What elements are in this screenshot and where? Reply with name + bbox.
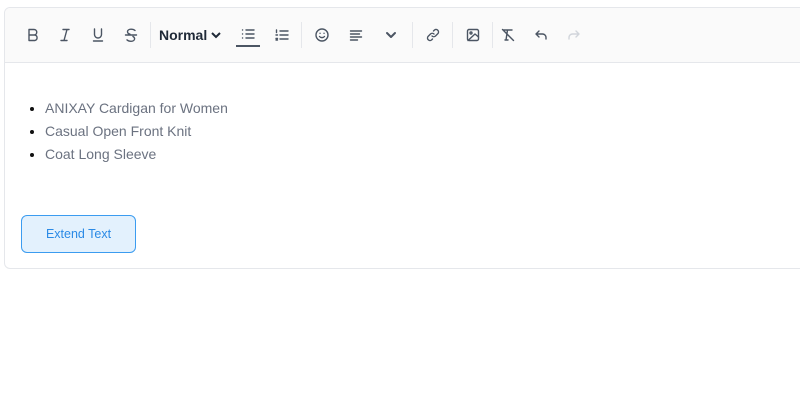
toolbar-divider [150,22,151,48]
strikethrough-button[interactable] [119,23,143,47]
heading-select-value: Normal [159,27,208,43]
emoji-button[interactable] [310,23,334,47]
heading-select[interactable]: Normal [159,23,222,47]
list-item: ANIXAY Cardigan for Women [45,97,800,120]
align-left-icon [349,30,363,41]
editor-content[interactable]: ANIXAY Cardigan for Women Casual Open Fr… [5,63,800,166]
underline-button[interactable] [86,23,110,47]
ordered-list-icon [275,29,289,41]
align-button[interactable] [344,23,368,47]
image-icon [466,28,480,42]
redo-icon [568,30,580,40]
image-button[interactable] [461,23,485,47]
rich-text-editor: Normal ANIXAY Cardigan for Women Casual … [4,7,800,269]
bullet-list: ANIXAY Cardigan for Women Casual Open Fr… [45,97,800,166]
undo-button[interactable] [529,23,553,47]
list-item: Coat Long Sleeve [45,143,800,166]
italic-icon [60,28,70,42]
redo-button[interactable] [562,23,586,47]
bullet-list-icon [241,29,255,39]
toolbar-divider [412,22,413,48]
link-button[interactable] [421,23,445,47]
chevron-down-icon [211,32,221,39]
toolbar-divider [492,22,493,48]
toolbar: Normal [5,8,800,63]
toolbar-divider [301,22,302,48]
clear-format-button[interactable] [496,23,520,47]
strikethrough-icon [124,28,138,42]
align-dropdown-button[interactable] [379,23,403,47]
ordered-list-button[interactable] [270,23,294,47]
bold-icon [28,28,38,42]
chevron-down-icon [386,32,396,38]
list-item: Casual Open Front Knit [45,120,800,143]
link-icon [426,28,440,42]
toolbar-divider [452,22,453,48]
italic-button[interactable] [53,23,77,47]
bold-button[interactable] [21,23,45,47]
extend-text-button[interactable]: Extend Text [21,215,136,253]
underline-icon [92,28,104,42]
clear-format-icon [501,28,515,42]
emoji-icon [315,28,329,42]
undo-icon [535,30,547,40]
bullet-list-button[interactable] [236,23,260,47]
